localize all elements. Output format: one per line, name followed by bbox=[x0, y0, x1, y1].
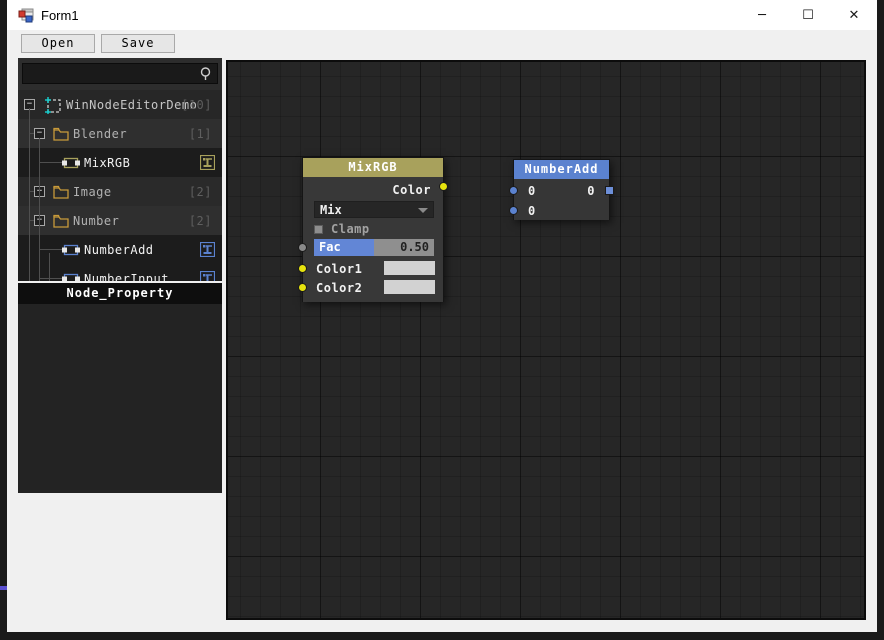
color2-swatch[interactable] bbox=[384, 280, 435, 294]
fac-value: 0.50 bbox=[374, 239, 434, 256]
tree-item-label: Image bbox=[73, 185, 112, 199]
selection-frame-icon bbox=[45, 97, 61, 114]
clamp-checkbox[interactable] bbox=[314, 225, 323, 234]
tree-item-count-badge: [2] bbox=[188, 185, 212, 199]
node-numberadd-header[interactable]: NumberAdd bbox=[514, 160, 609, 179]
tree-item-label: MixRGB bbox=[84, 156, 131, 170]
node-badge-icon-blue[interactable] bbox=[200, 271, 215, 281]
minimize-button[interactable]: ─ bbox=[739, 0, 785, 30]
tree-item-count-badge: [2] bbox=[188, 214, 212, 228]
window-title: Form1 bbox=[41, 8, 79, 23]
input-label-color2: Color2 bbox=[316, 281, 363, 295]
fac-slider[interactable]: Fac 0.50 bbox=[314, 239, 434, 256]
tree-item-label: WinNodeEditorDemo bbox=[66, 98, 198, 112]
tree-connector bbox=[40, 249, 62, 250]
tree-item-label: Number bbox=[73, 214, 120, 228]
node-icon-olive bbox=[62, 157, 80, 169]
numberadd-input2-value: 0 bbox=[528, 204, 536, 218]
desktop-edge-bottom bbox=[0, 632, 884, 640]
node-mixrgb[interactable]: MixRGB Color Mix Clamp Fac 0.50 Color1 C… bbox=[298, 157, 448, 302]
input-socket-color2[interactable] bbox=[298, 283, 307, 292]
search-icon[interactable] bbox=[199, 66, 212, 82]
node-icon-blue bbox=[62, 244, 80, 256]
tree-search-box bbox=[22, 63, 218, 84]
node-badge-icon-olive[interactable] bbox=[200, 155, 215, 170]
tree-connector bbox=[40, 278, 62, 279]
chevron-down-icon bbox=[418, 208, 428, 213]
tree-item-count-badge: [10] bbox=[181, 98, 212, 112]
folder-icon bbox=[53, 214, 69, 228]
numberadd-output-value: 0 bbox=[587, 184, 595, 198]
input-socket-number1[interactable] bbox=[509, 186, 518, 195]
folder-icon bbox=[53, 127, 69, 141]
clamp-label: Clamp bbox=[331, 222, 370, 236]
node-tree-panel: − WinNodeEditorDemo [10] − Blender [1] M… bbox=[18, 58, 222, 281]
tree-item-label: Blender bbox=[73, 127, 128, 141]
blend-mode-dropdown[interactable]: Mix bbox=[314, 201, 434, 218]
node-badge-icon-blue[interactable] bbox=[200, 242, 215, 257]
output-socket-number[interactable] bbox=[605, 186, 614, 195]
close-button[interactable]: ✕ bbox=[831, 0, 877, 30]
tree-connector bbox=[40, 162, 62, 163]
form1-window: Form1 ─ ☐ ✕ Open Save − WinNodeEditorDem… bbox=[7, 0, 877, 632]
output-label-color: Color bbox=[392, 183, 431, 197]
node-property-header: Node_Property bbox=[18, 283, 222, 304]
node-numberadd[interactable]: NumberAdd 0 0 0 bbox=[509, 159, 614, 220]
fac-slider-fill: Fac bbox=[314, 239, 374, 256]
input-socket-number2[interactable] bbox=[509, 206, 518, 215]
tree-connector bbox=[30, 220, 34, 221]
input-socket-color1[interactable] bbox=[298, 264, 307, 273]
node-property-panel: Node_Property bbox=[18, 283, 222, 493]
save-button[interactable]: Save bbox=[101, 34, 175, 53]
blend-mode-value: Mix bbox=[320, 203, 342, 217]
desktop-edge-right bbox=[877, 0, 884, 640]
folder-icon bbox=[53, 185, 69, 199]
tree-item-winnodeeditordemo[interactable]: − WinNodeEditorDemo [10] bbox=[18, 90, 222, 119]
tree-item-count-badge: [1] bbox=[188, 127, 212, 141]
output-socket-color[interactable] bbox=[439, 182, 448, 191]
window-controls: ─ ☐ ✕ bbox=[739, 0, 877, 30]
input-label-color1: Color1 bbox=[316, 262, 363, 276]
maximize-button[interactable]: ☐ bbox=[785, 0, 831, 30]
tree-item-label: NumberAdd bbox=[84, 243, 154, 257]
tree-item-label: NumberInput bbox=[84, 272, 169, 281]
numberadd-input1-value: 0 bbox=[528, 184, 536, 198]
node-icon-blue bbox=[62, 273, 80, 281]
tree-connector bbox=[49, 253, 50, 281]
tree-connector bbox=[39, 138, 40, 281]
background-app-accent bbox=[0, 586, 7, 590]
desktop-edge-left bbox=[0, 0, 7, 640]
open-button[interactable]: Open bbox=[21, 34, 95, 53]
node-editor-canvas[interactable]: MixRGB Color Mix Clamp Fac 0.50 Color1 C… bbox=[226, 60, 866, 620]
tree-item-number[interactable]: − Number [2] bbox=[18, 206, 222, 235]
color1-swatch[interactable] bbox=[384, 261, 435, 275]
tree-item-blender[interactable]: − Blender [1] bbox=[18, 119, 222, 148]
tree-connector bbox=[30, 191, 34, 192]
search-input[interactable] bbox=[25, 65, 199, 84]
tree-item-image[interactable]: + Image [2] bbox=[18, 177, 222, 206]
winforms-app-icon bbox=[18, 8, 34, 23]
tree-connector bbox=[30, 133, 34, 134]
node-mixrgb-header[interactable]: MixRGB bbox=[303, 158, 443, 177]
input-socket-fac[interactable] bbox=[298, 243, 307, 252]
title-bar: Form1 ─ ☐ ✕ bbox=[7, 0, 877, 30]
